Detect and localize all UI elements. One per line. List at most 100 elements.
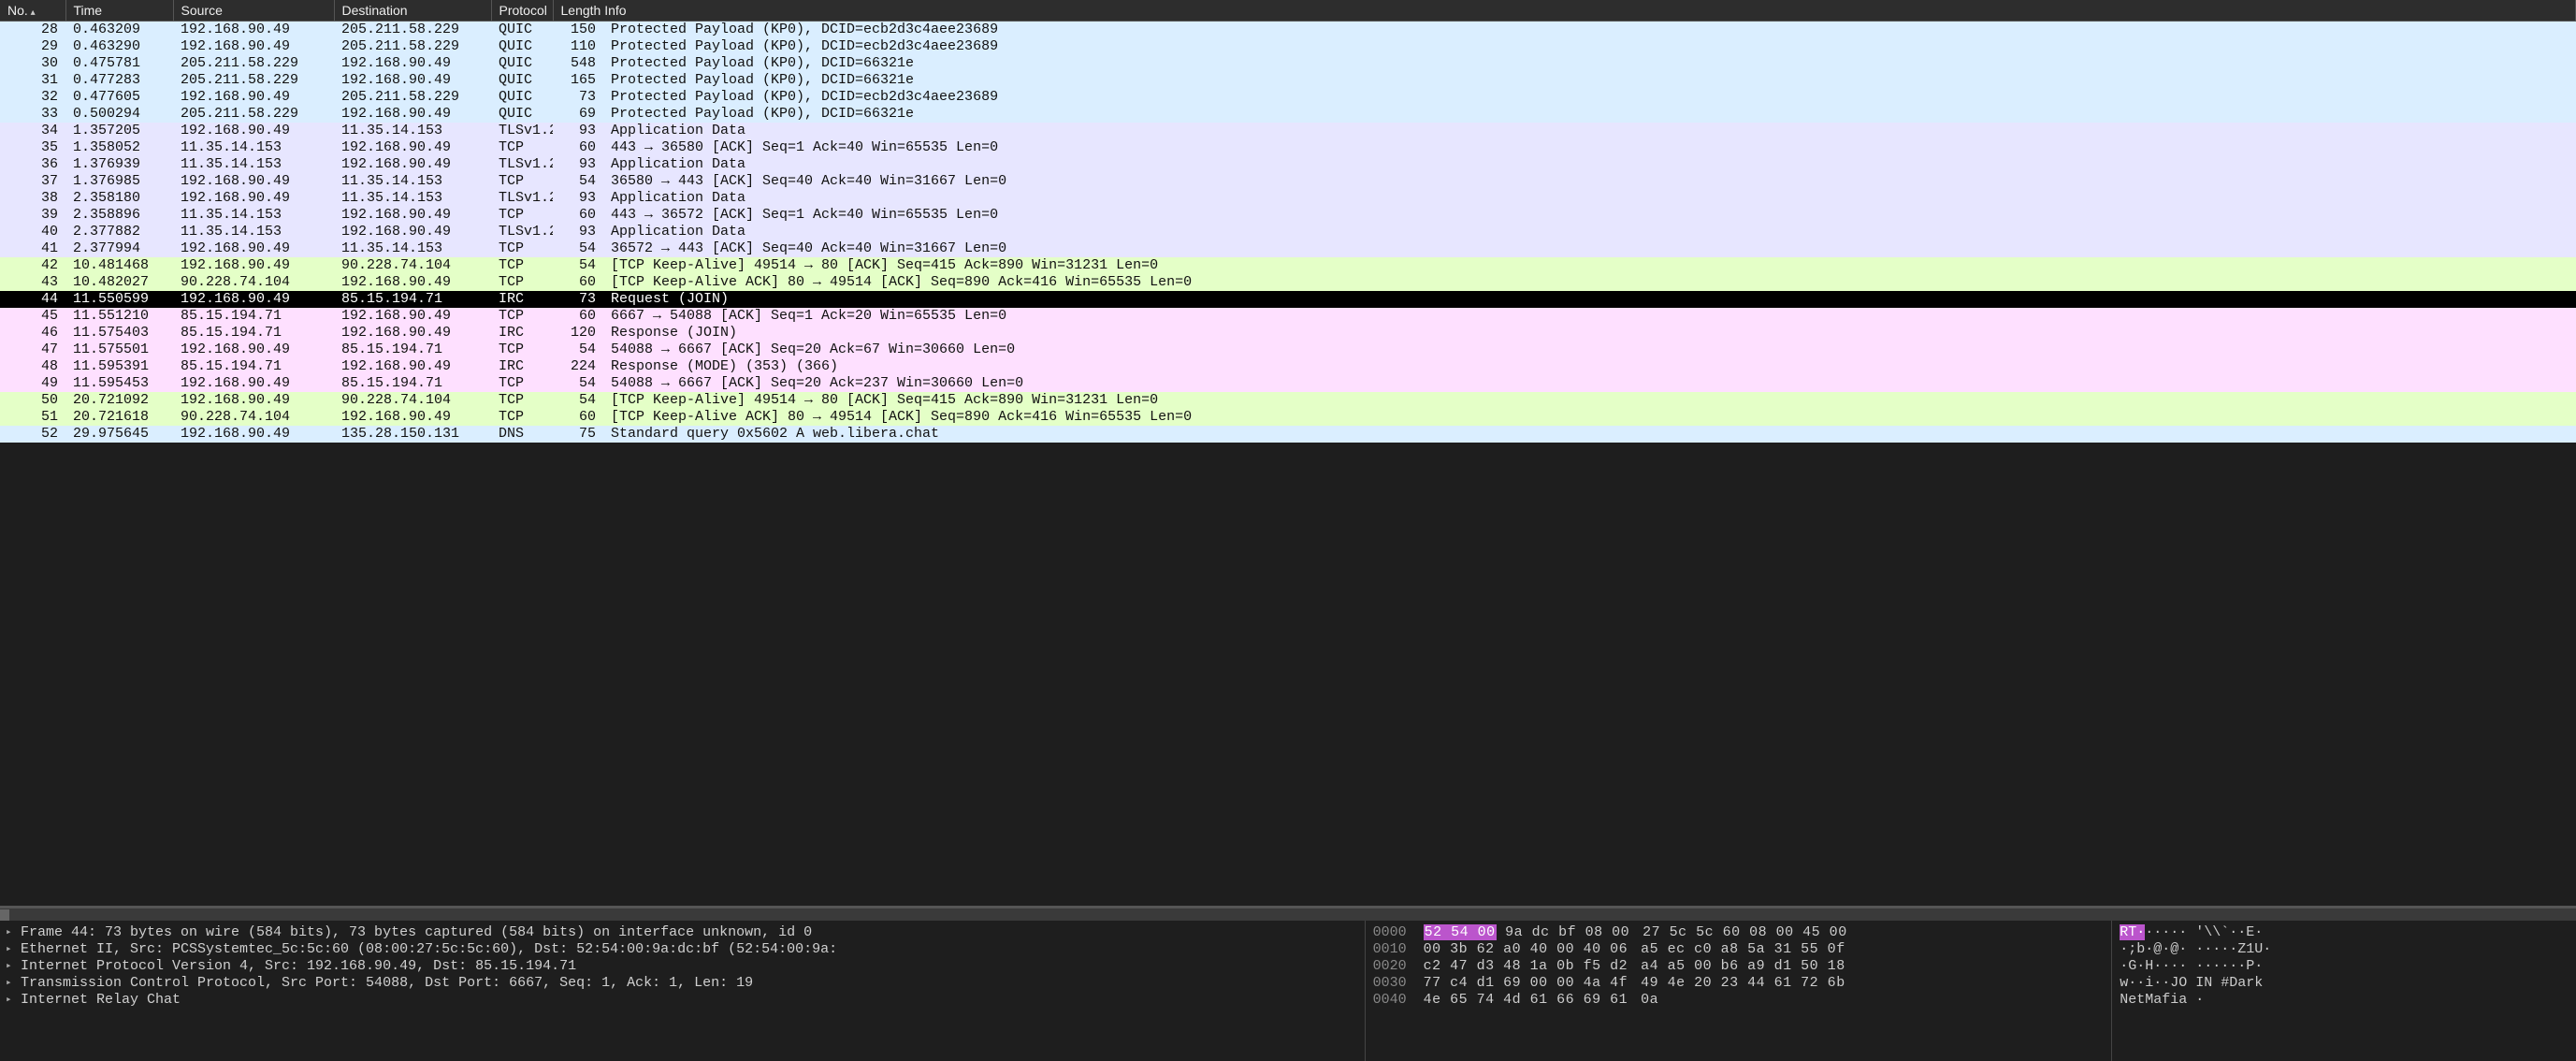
expand-arrow-icon[interactable]: ▸ <box>6 975 15 992</box>
table-row[interactable]: 371.376985192.168.90.4911.35.14.153TCP54… <box>0 173 2576 190</box>
cell-info: [TCP Keep-Alive ACK] 80 → 49514 [ACK] Se… <box>603 274 2576 291</box>
table-row[interactable]: 4811.59539185.15.194.71192.168.90.49IRC2… <box>0 358 2576 375</box>
hex-bytes-group1: 77 c4 d1 69 00 00 4a 4f <box>1424 975 1628 992</box>
table-row[interactable]: 4210.481468192.168.90.4990.228.74.104TCP… <box>0 257 2576 274</box>
packet-list-pane[interactable]: No. Time Source Destination Protocol Len… <box>0 0 2576 908</box>
cell-len: 60 <box>553 207 603 224</box>
cell-src: 192.168.90.49 <box>173 190 334 207</box>
ascii-row[interactable]: w··i··JO IN #Dark <box>2120 975 2569 992</box>
cell-no: 46 <box>0 325 65 342</box>
col-destination[interactable]: Destination <box>334 0 491 22</box>
table-row[interactable]: 4511.55121085.15.194.71192.168.90.49TCP6… <box>0 308 2576 325</box>
cell-src: 192.168.90.49 <box>173 173 334 190</box>
tree-item[interactable]: ▸ Frame 44: 73 bytes on wire (584 bits), … <box>6 924 1359 941</box>
col-length-info[interactable]: Length Info <box>553 0 2576 22</box>
cell-proto: TCP <box>491 274 553 291</box>
table-row[interactable]: 382.358180192.168.90.4911.35.14.153TLSv1… <box>0 190 2576 207</box>
cell-time: 0.475781 <box>65 55 173 72</box>
cell-dst: 192.168.90.49 <box>334 156 491 173</box>
cell-no: 40 <box>0 224 65 240</box>
packet-table-header[interactable]: No. Time Source Destination Protocol Len… <box>0 0 2576 22</box>
table-row[interactable]: 4911.595453192.168.90.4985.15.194.71TCP5… <box>0 375 2576 392</box>
cell-no: 44 <box>0 291 65 308</box>
cell-src: 205.211.58.229 <box>173 72 334 89</box>
expand-arrow-icon[interactable]: ▸ <box>6 924 15 941</box>
table-row[interactable]: 320.477605192.168.90.49205.211.58.229QUI… <box>0 89 2576 106</box>
table-row[interactable]: 4411.550599192.168.90.4985.15.194.71IRC7… <box>0 291 2576 308</box>
packet-list-horizontal-scrollbar[interactable] <box>0 908 2576 921</box>
ascii-text: ·G·H···· ······P· <box>2120 958 2263 974</box>
cell-dst: 192.168.90.49 <box>334 358 491 375</box>
cell-dst: 192.168.90.49 <box>334 55 491 72</box>
cell-dst: 90.228.74.104 <box>334 257 491 274</box>
cell-len: 73 <box>553 89 603 106</box>
packet-table[interactable]: No. Time Source Destination Protocol Len… <box>0 0 2576 443</box>
table-row[interactable]: 310.477283205.211.58.229192.168.90.49QUI… <box>0 72 2576 89</box>
ascii-row[interactable]: RT······ '\\`··E· <box>2120 924 2569 941</box>
cell-no: 41 <box>0 240 65 257</box>
cell-len: 93 <box>553 123 603 139</box>
col-no[interactable]: No. <box>0 0 65 22</box>
table-row[interactable]: 5229.975645192.168.90.49135.28.150.131DN… <box>0 426 2576 443</box>
col-time[interactable]: Time <box>65 0 173 22</box>
expand-arrow-icon[interactable]: ▸ <box>6 958 15 975</box>
cell-proto: QUIC <box>491 89 553 106</box>
cell-src: 11.35.14.153 <box>173 224 334 240</box>
col-protocol[interactable]: Protocol <box>491 0 553 22</box>
scrollbar-thumb[interactable] <box>0 909 9 921</box>
cell-time: 2.377882 <box>65 224 173 240</box>
packet-bytes-ascii-pane[interactable]: RT······ '\\`··E··;b·@·@· ·····Z1U··G·H·… <box>2112 921 2576 1061</box>
hex-offset: 0000 <box>1373 924 1411 941</box>
cell-len: 54 <box>553 173 603 190</box>
cell-len: 120 <box>553 325 603 342</box>
tree-item[interactable]: ▸Ethernet II, Src: PCSSystemtec_5c:5c:60… <box>6 941 1359 958</box>
hex-row[interactable]: 00404e 65 74 4d 61 66 69 610a <box>1373 992 2105 1009</box>
ascii-row[interactable]: ·G·H···· ······P· <box>2120 958 2569 975</box>
tree-item[interactable]: ▸Internet Protocol Version 4, Src: 192.1… <box>6 958 1359 975</box>
table-row[interactable]: 290.463290192.168.90.49205.211.58.229QUI… <box>0 38 2576 55</box>
hex-bytes-group1: 52 54 00 9a dc bf 08 00 <box>1424 924 1630 941</box>
table-row[interactable]: 392.35889611.35.14.153192.168.90.49TCP60… <box>0 207 2576 224</box>
tree-item[interactable]: ▸ Internet Relay Chat <box>6 992 1359 1009</box>
packet-details-pane[interactable]: ▸ Frame 44: 73 bytes on wire (584 bits), … <box>0 921 1366 1061</box>
ascii-row[interactable]: ·;b·@·@· ·····Z1U· <box>2120 941 2569 958</box>
table-row[interactable]: 412.377994192.168.90.4911.35.14.153TCP54… <box>0 240 2576 257</box>
col-source[interactable]: Source <box>173 0 334 22</box>
table-row[interactable]: 341.357205192.168.90.4911.35.14.153TLSv1… <box>0 123 2576 139</box>
table-row[interactable]: 280.463209192.168.90.49205.211.58.229QUI… <box>0 22 2576 39</box>
hex-row[interactable]: 003077 c4 d1 69 00 00 4a 4f49 4e 20 23 4… <box>1373 975 2105 992</box>
hex-row[interactable]: 000052 54 00 9a dc bf 08 0027 5c 5c 60 0… <box>1373 924 2105 941</box>
cell-no: 38 <box>0 190 65 207</box>
cell-len: 75 <box>553 426 603 443</box>
tree-item[interactable]: ▸Transmission Control Protocol, Src Port… <box>6 975 1359 992</box>
table-row[interactable]: 4310.48202790.228.74.104192.168.90.49TCP… <box>0 274 2576 291</box>
expand-arrow-icon[interactable]: ▸ <box>6 992 15 1009</box>
table-row[interactable]: 300.475781205.211.58.229192.168.90.49QUI… <box>0 55 2576 72</box>
cell-info: Protected Payload (KP0), DCID=66321e <box>603 106 2576 123</box>
cell-src: 192.168.90.49 <box>173 426 334 443</box>
tree-item-label: Frame 44: 73 bytes on wire (584 bits), 7… <box>21 924 812 941</box>
cell-src: 85.15.194.71 <box>173 325 334 342</box>
table-row[interactable]: 351.35805211.35.14.153192.168.90.49TCP60… <box>0 139 2576 156</box>
table-row[interactable]: 5020.721092192.168.90.4990.228.74.104TCP… <box>0 392 2576 409</box>
cell-no: 35 <box>0 139 65 156</box>
table-row[interactable]: 4711.575501192.168.90.4985.15.194.71TCP5… <box>0 342 2576 358</box>
cell-len: 73 <box>553 291 603 308</box>
expand-arrow-icon[interactable]: ▸ <box>6 941 15 958</box>
cell-dst: 11.35.14.153 <box>334 240 491 257</box>
table-row[interactable]: 4611.57540385.15.194.71192.168.90.49IRC1… <box>0 325 2576 342</box>
cell-time: 10.482027 <box>65 274 173 291</box>
table-row[interactable]: 402.37788211.35.14.153192.168.90.49TLSv1… <box>0 224 2576 240</box>
hex-row[interactable]: 001000 3b 62 a0 40 00 40 06a5 ec c0 a8 5… <box>1373 941 2105 958</box>
packet-bytes-hex-pane[interactable]: 000052 54 00 9a dc bf 08 0027 5c 5c 60 0… <box>1366 921 2113 1061</box>
cell-info: Protected Payload (KP0), DCID=66321e <box>603 72 2576 89</box>
cell-dst: 85.15.194.71 <box>334 291 491 308</box>
table-row[interactable]: 5120.72161890.228.74.104192.168.90.49TCP… <box>0 409 2576 426</box>
ascii-row[interactable]: NetMafia · <box>2120 992 2569 1009</box>
cell-dst: 205.211.58.229 <box>334 89 491 106</box>
cell-proto: TLSv1.2 <box>491 156 553 173</box>
table-row[interactable]: 330.500294205.211.58.229192.168.90.49QUI… <box>0 106 2576 123</box>
table-row[interactable]: 361.37693911.35.14.153192.168.90.49TLSv1… <box>0 156 2576 173</box>
hex-row[interactable]: 0020c2 47 d3 48 1a 0b f5 d2a4 a5 00 b6 a… <box>1373 958 2105 975</box>
tree-item-label: Internet Relay Chat <box>21 992 181 1009</box>
